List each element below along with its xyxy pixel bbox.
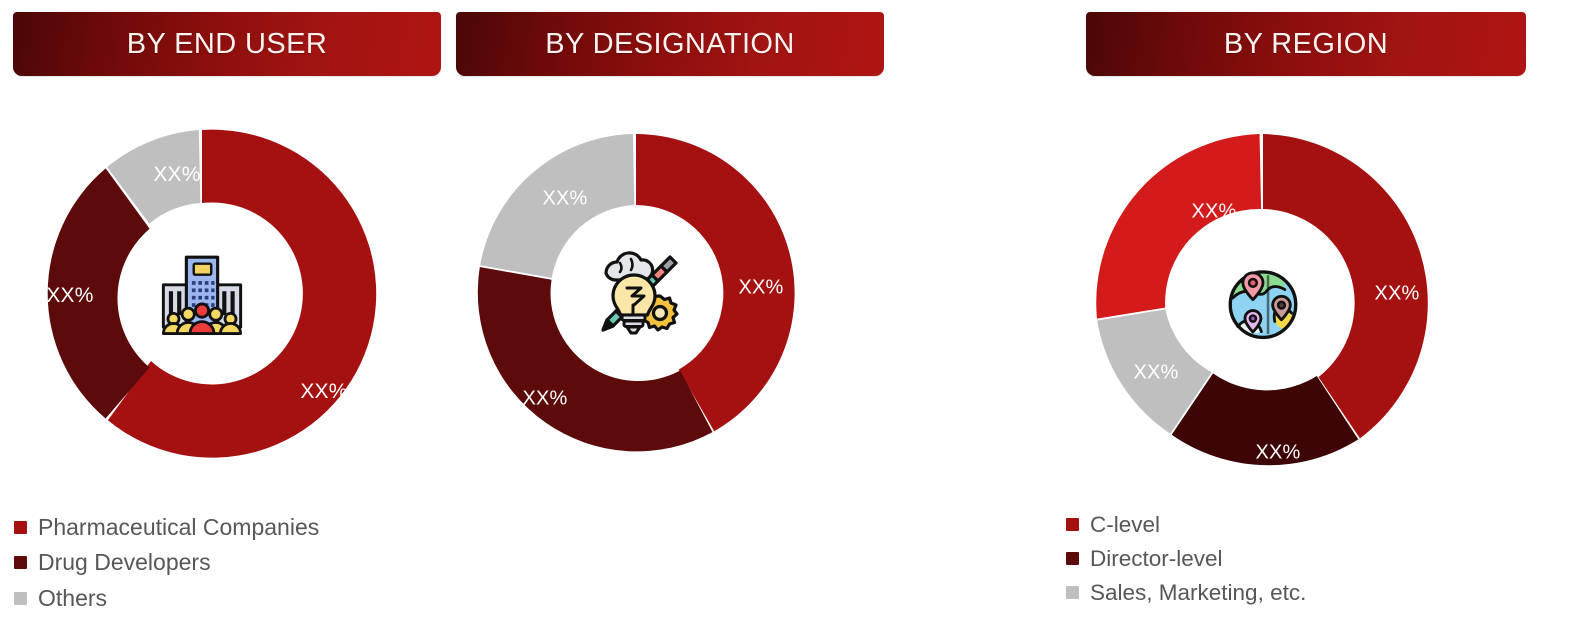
panel-title: BY REGION: [1223, 27, 1389, 60]
legend-swatch-icon: [14, 591, 27, 605]
legend-swatch-icon: [1066, 586, 1079, 600]
panel-title: BY END USER: [126, 27, 328, 60]
panel-header-by-region: BY REGION: [1086, 12, 1526, 76]
legend-by-end-user: Pharmaceutical Companies Drug Developers…: [14, 514, 319, 611]
panel-by-region: BY REGION XX% XX% XX% XX%: [1086, 0, 1578, 640]
segmentation-donut-charts-board: BY END USER XX% XX% XX% Pharmaceutical C…: [0, 0, 1578, 640]
donut-chart-by-end-user: XX% XX% XX%: [32, 124, 377, 464]
panel-title: BY DESIGNATION: [545, 27, 795, 60]
globe-location-pins-icon: [1221, 261, 1305, 345]
office-building-people-icon: [156, 248, 248, 340]
donut-chart-by-designation: XX% XX% XX%: [471, 128, 801, 458]
idea-lightbulb-pencil-gear-icon: [586, 243, 686, 343]
donut-chart-by-region: XX% XX% XX% XX%: [1088, 128, 1438, 478]
legend-item-label: Pharmaceutical Companies: [38, 514, 320, 540]
legend-item-label: Drug Developers: [38, 549, 211, 576]
legend-swatch-icon: [1066, 552, 1079, 566]
donut-slice-drug-developers: [47, 168, 150, 419]
legend-item[interactable]: Others: [14, 585, 319, 611]
legend-item-label: Others: [38, 584, 108, 611]
panel-by-end-user: BY END USER XX% XX% XX% Pharmaceutical C…: [0, 0, 456, 640]
panel-header-by-end-user: BY END USER: [13, 12, 441, 76]
panel-header-by-designation: BY DESIGNATION: [456, 12, 884, 76]
legend-swatch-icon: [1066, 518, 1079, 532]
legend-item[interactable]: Pharmaceutical Companies: [14, 514, 319, 540]
legend-swatch-icon: [14, 556, 27, 570]
legend-item[interactable]: Drug Developers: [14, 549, 319, 575]
legend-swatch-icon: [14, 520, 27, 534]
panel-by-designation: BY DESIGNATION XX% XX% XX% C-level Direc…: [456, 0, 1306, 640]
